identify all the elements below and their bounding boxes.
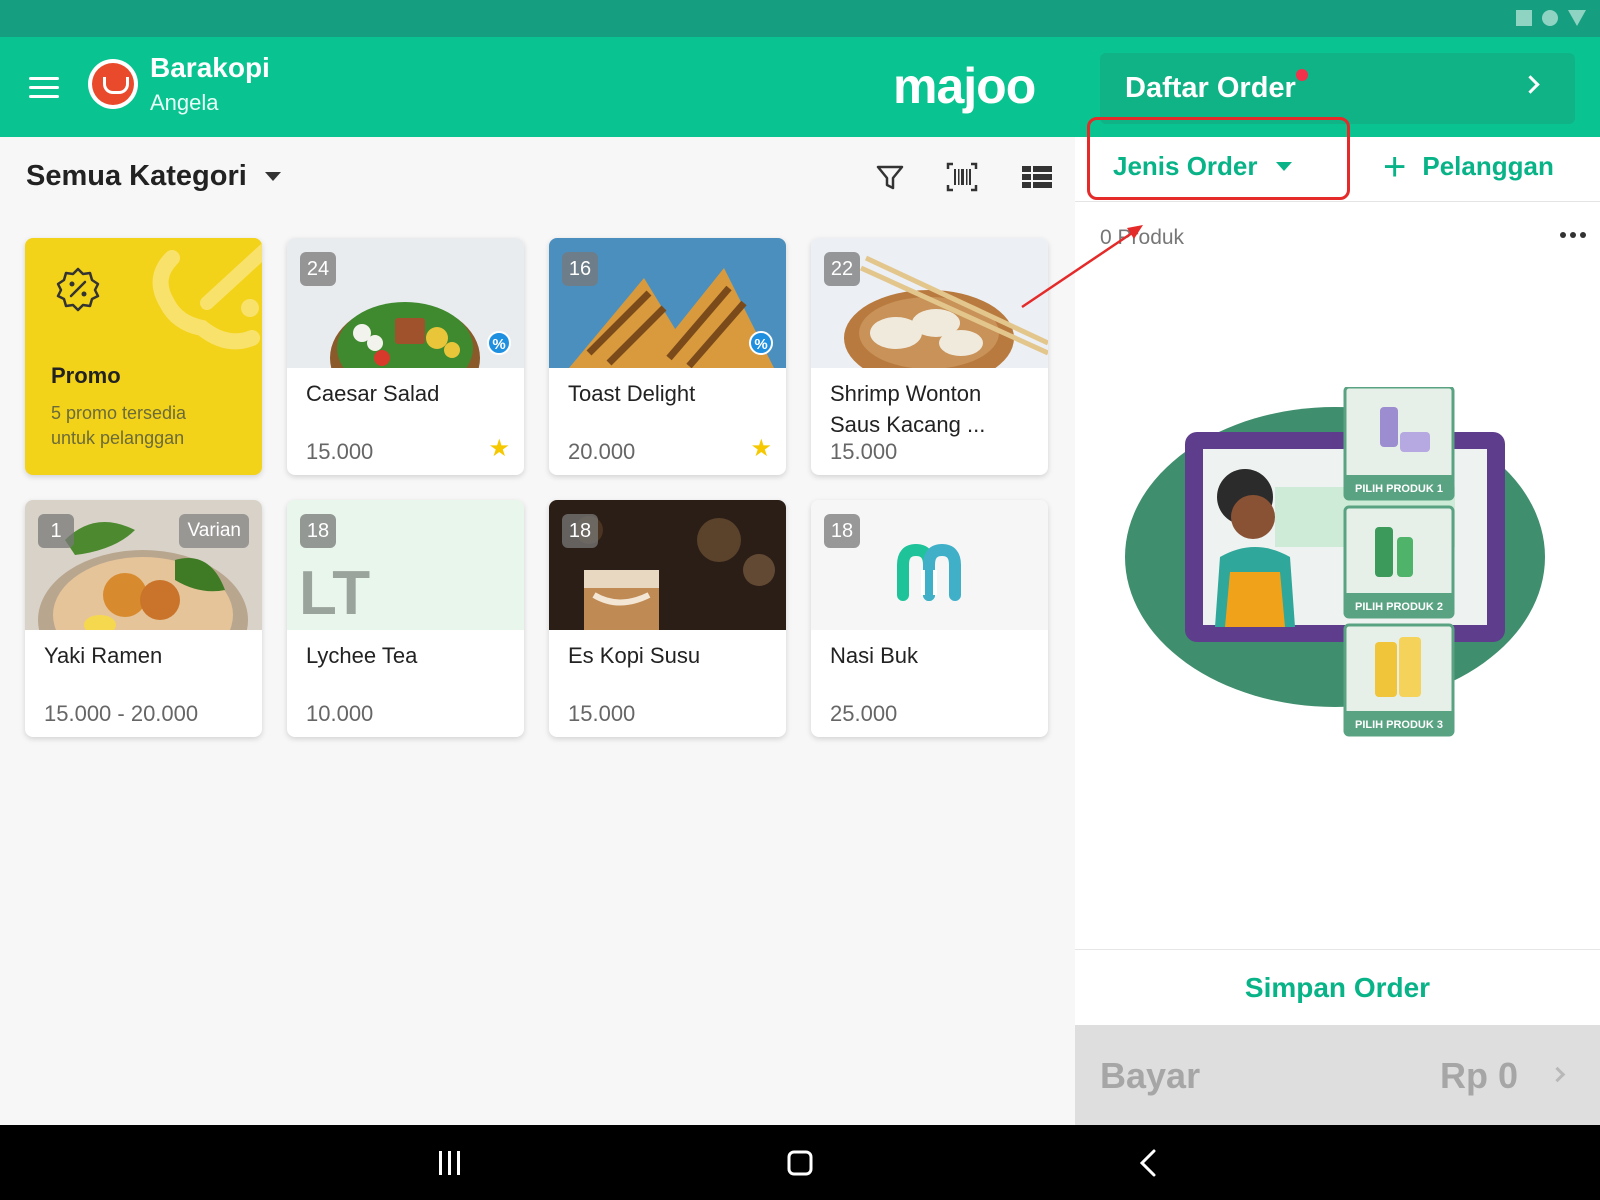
promo-decoration: [152, 243, 262, 350]
product-card[interactable]: 18 Nasi Buk 25.000: [811, 500, 1048, 737]
system-navigation-bar: [0, 1125, 1600, 1200]
product-price: 10.000: [306, 701, 374, 726]
product-name: Lychee Tea: [306, 643, 418, 668]
product-price: 15.000: [568, 701, 636, 726]
grid-view-icon[interactable]: [1020, 160, 1054, 194]
pay-amount: Rp 0: [1439, 1055, 1518, 1096]
product-name: Caesar Salad: [306, 381, 440, 406]
order-list-button[interactable]: Daftar Order: [1100, 53, 1575, 124]
discount-icon: %: [749, 331, 773, 355]
triangle-icon: [1568, 10, 1586, 26]
customer-label: Pelanggan: [1422, 151, 1554, 181]
square-icon: [1516, 10, 1532, 26]
product-price: 15.000: [830, 439, 898, 464]
more-options-icon[interactable]: [1560, 232, 1586, 238]
app-header: Barakopi Angela majoo Daftar Order: [0, 37, 1600, 137]
product-initials: LT: [299, 559, 371, 628]
product-name: Yaki Ramen: [44, 643, 163, 668]
circle-icon: [1542, 10, 1558, 26]
stock-badge: 24: [300, 252, 336, 286]
discount-icon: %: [487, 331, 511, 355]
product-price: 15.000 - 20.000: [44, 701, 199, 726]
promo-card[interactable]: Promo 5 promo tersedia untuk pelanggan: [25, 238, 262, 475]
product-card[interactable]: 1 Varian Yaki Ramen 15.000 - 20.000: [25, 500, 262, 737]
stock-badge: 22: [824, 252, 860, 286]
favorite-star-icon: ★: [488, 435, 510, 462]
product-name: Toast Delight: [568, 381, 696, 406]
barcode-icon[interactable]: [945, 160, 979, 194]
save-order-label: Simpan Order: [1244, 971, 1431, 1003]
favorite-star-icon: ★: [750, 435, 772, 462]
pick-product-label: PILIH PRODUK 1: [1355, 483, 1443, 495]
pick-product-cards: [1343, 387, 1455, 737]
home-icon[interactable]: [782, 1147, 818, 1179]
save-order-button[interactable]: Simpan Order: [1075, 949, 1600, 1025]
product-card[interactable]: 16 % Toast Delight 20.000 ★: [549, 238, 786, 475]
store-logo: [88, 59, 138, 109]
product-price: 25.000: [830, 701, 898, 726]
order-list-label: Daftar Order: [1125, 72, 1296, 104]
back-icon[interactable]: [1132, 1147, 1168, 1179]
store-name: Barakopi: [150, 52, 270, 83]
discount-badge-icon: [56, 267, 100, 312]
product-price: 15.000: [306, 439, 374, 464]
pay-button[interactable]: Bayar Rp 0: [1075, 1025, 1600, 1125]
order-type-label: Jenis Order: [1113, 151, 1258, 181]
stock-badge: 18: [300, 514, 336, 548]
caret-down-icon: [1275, 162, 1292, 171]
pick-product-label: PILIH PRODUK 3: [1355, 719, 1443, 731]
category-label: Semua Kategori: [26, 160, 247, 192]
product-price: 20.000: [568, 439, 636, 464]
filter-icon[interactable]: [873, 160, 907, 194]
stock-badge: 16: [562, 252, 598, 286]
chevron-right-icon: [1521, 75, 1540, 94]
brand-logo: majoo: [893, 58, 1036, 114]
stock-badge: 18: [824, 514, 860, 548]
pick-product-label: PILIH PRODUK 2: [1355, 601, 1443, 613]
category-dropdown[interactable]: Semua Kategori: [26, 160, 281, 193]
menu-icon[interactable]: [29, 77, 59, 99]
add-customer-button[interactable]: + Pelanggan: [1383, 144, 1554, 189]
caret-down-icon: [264, 172, 281, 181]
empty-order-illustration: PILIH PRODUK 1 PILIH PRODUK 2 PILIH PROD…: [1125, 387, 1545, 737]
stock-badge: 1: [38, 514, 74, 548]
category-bar: Semua Kategori: [0, 137, 1075, 217]
promo-title: Promo: [51, 363, 121, 388]
product-card[interactable]: 18 Es Kopi Susu 15.000: [549, 500, 786, 737]
order-type-dropdown[interactable]: Jenis Order: [1113, 151, 1292, 182]
status-icons: [1516, 10, 1586, 26]
recent-apps-icon[interactable]: [432, 1147, 468, 1179]
product-card[interactable]: 24 % Caesar Salad 15.000 ★: [287, 238, 524, 475]
product-name: Nasi Buk: [830, 643, 919, 668]
stock-badge: 18: [562, 514, 598, 548]
annotation-arrow: [1021, 225, 1143, 309]
variant-badge: Varian: [179, 514, 249, 548]
product-name: Es Kopi Susu: [568, 643, 701, 668]
promo-subtitle: 5 promo tersedia untuk pelanggan: [51, 403, 187, 448]
chevron-right-icon: [1549, 1066, 1566, 1083]
divider: [1075, 201, 1600, 202]
pay-label: Bayar: [1100, 1055, 1201, 1096]
user-name: Angela: [150, 90, 219, 115]
product-name: Shrimp Wonton Saus Kacang ...: [830, 381, 986, 437]
system-status-bar: [0, 0, 1600, 37]
product-card[interactable]: LT 18 Lychee Tea 10.000: [287, 500, 524, 737]
plus-icon: +: [1383, 144, 1407, 189]
notification-dot: [1296, 69, 1308, 81]
